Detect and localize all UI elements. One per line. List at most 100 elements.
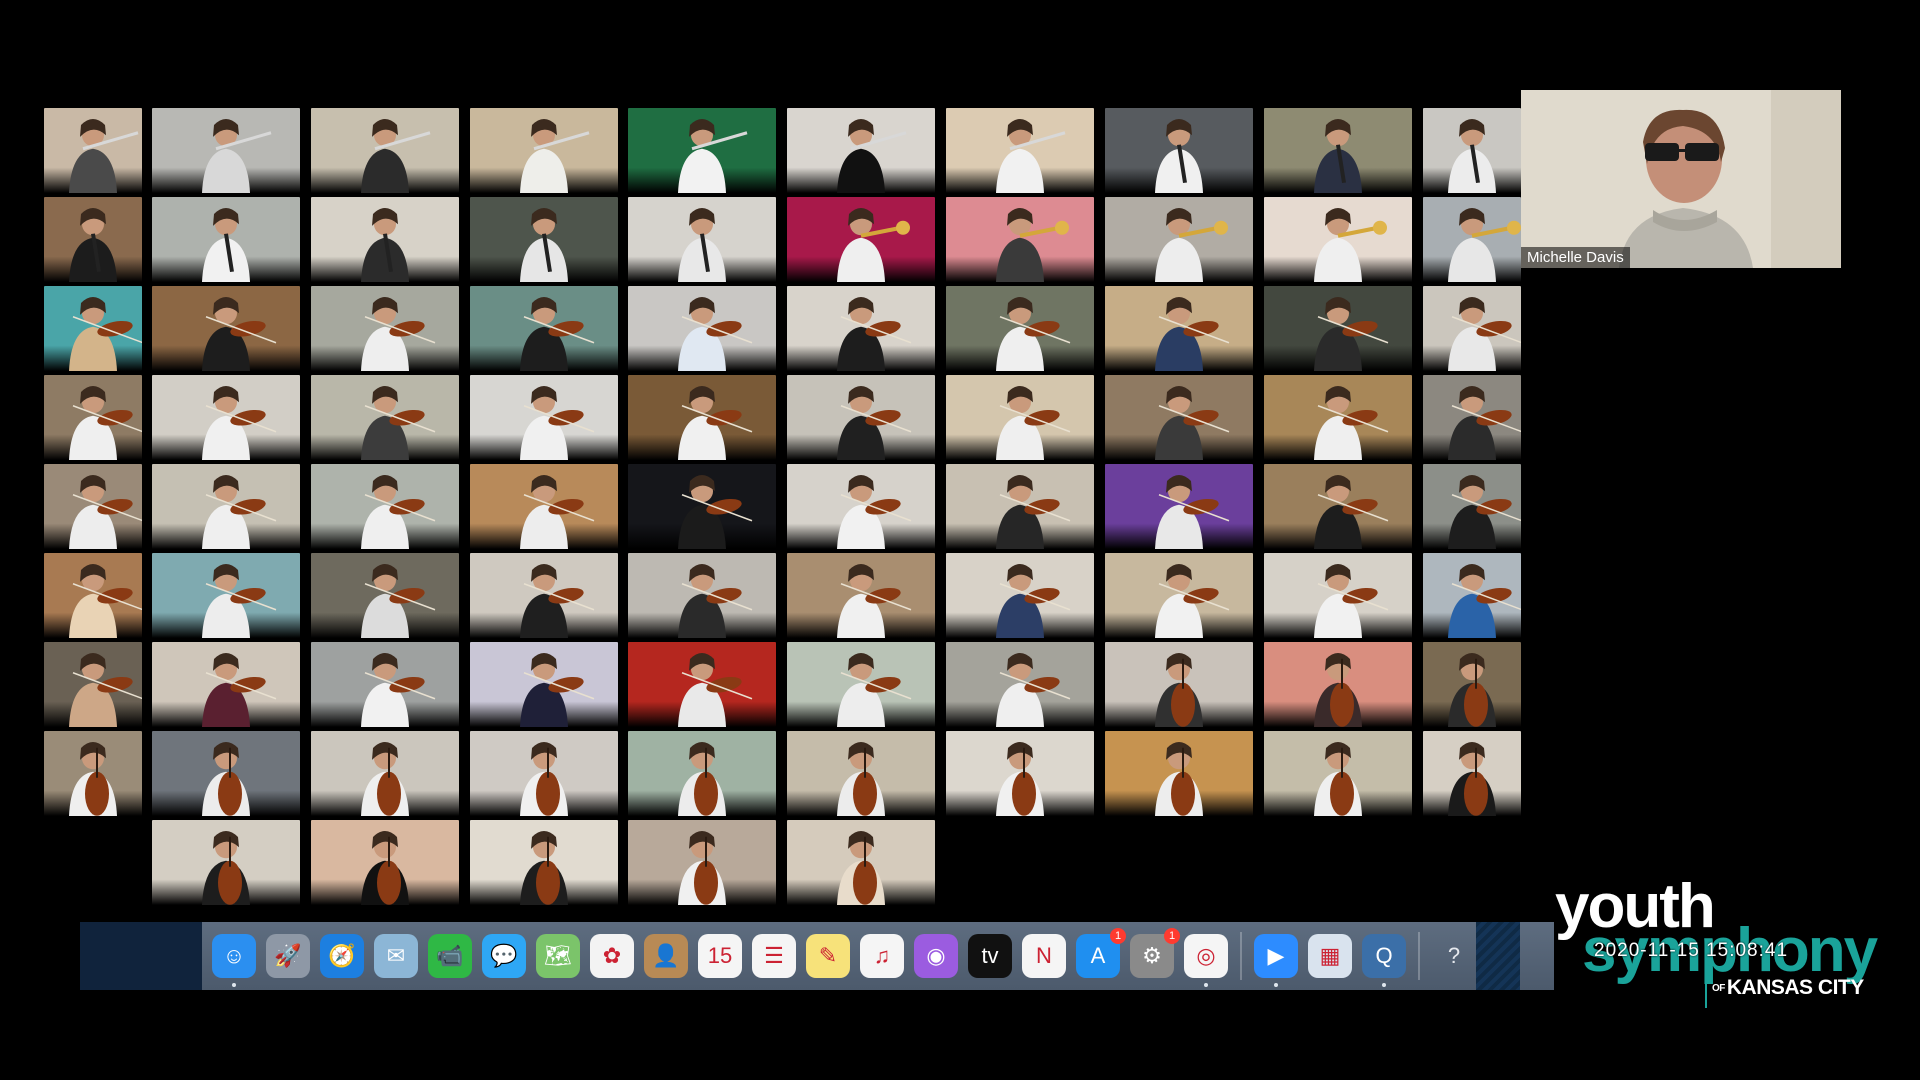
participant-video-tile[interactable] [152,642,300,727]
participant-video-tile[interactable] [787,642,935,727]
finder-icon[interactable]: ☺ [212,934,256,987]
participant-video-tile[interactable] [946,108,1094,193]
participant-video-tile[interactable] [946,553,1094,638]
news-icon[interactable]: N [1022,934,1066,978]
participant-video-tile[interactable] [44,197,142,282]
calendar-icon[interactable]: 15 [698,934,742,978]
participant-video-tile[interactable] [628,197,776,282]
participant-video-tile[interactable] [152,553,300,638]
participant-video-tile[interactable] [1105,464,1253,549]
safari-icon[interactable]: 🧭 [320,934,364,978]
participant-video-tile[interactable] [311,464,459,549]
participant-video-tile[interactable] [1423,197,1521,282]
participant-video-tile[interactable] [1264,197,1412,282]
participant-video-tile[interactable] [1105,553,1253,638]
participant-video-tile[interactable] [628,286,776,371]
participant-video-tile[interactable] [44,108,142,193]
participant-video-tile[interactable] [946,286,1094,371]
participant-video-tile[interactable] [1105,197,1253,282]
participant-video-tile[interactable] [1105,375,1253,460]
participant-video-tile[interactable] [1264,464,1412,549]
participant-video-tile[interactable] [311,820,459,905]
participant-video-tile[interactable] [946,642,1094,727]
participant-video-tile[interactable] [311,286,459,371]
participant-video-tile[interactable] [1105,286,1253,371]
participant-video-tile[interactable] [787,553,935,638]
participant-video-tile[interactable] [1105,108,1253,193]
participant-video-tile[interactable] [470,464,618,549]
system-preferences-icon[interactable]: ⚙ 1 [1130,928,1180,978]
participant-video-tile[interactable] [470,375,618,460]
participant-video-tile[interactable] [152,197,300,282]
participant-video-tile[interactable] [152,464,300,549]
participant-video-tile[interactable] [1264,731,1412,816]
participant-video-tile[interactable] [152,731,300,816]
participant-video-tile[interactable] [1264,286,1412,371]
participant-video-tile[interactable] [1423,731,1521,816]
participant-video-tile[interactable] [628,642,776,727]
participant-video-tile[interactable] [44,464,142,549]
participant-video-tile[interactable] [946,375,1094,460]
participant-video-tile[interactable] [628,820,776,905]
zoom-icon[interactable]: ▶ [1254,934,1298,987]
participant-video-tile[interactable] [152,375,300,460]
active-speaker-video[interactable]: Michelle Davis [1521,90,1841,268]
participant-video-tile[interactable] [787,375,935,460]
participant-video-tile[interactable] [1423,464,1521,549]
maps-icon[interactable]: 🗺 [536,934,580,978]
participant-video-tile[interactable] [787,464,935,549]
participant-video-tile[interactable] [787,731,935,816]
participant-video-tile[interactable] [311,642,459,727]
participant-video-tile[interactable] [787,286,935,371]
participant-video-tile[interactable] [946,197,1094,282]
messages-icon[interactable]: 💬 [482,934,526,978]
participant-video-tile[interactable] [44,286,142,371]
participant-video-tile[interactable] [470,820,618,905]
podcasts-icon[interactable]: ◉ [914,934,958,978]
participant-video-tile[interactable] [787,108,935,193]
participant-video-tile[interactable] [470,286,618,371]
participant-video-tile[interactable] [152,286,300,371]
participant-video-tile[interactable] [1264,375,1412,460]
participant-video-tile[interactable] [470,642,618,727]
participant-video-tile[interactable] [1423,642,1521,727]
mail-icon[interactable]: ✉ [374,934,418,978]
participant-video-tile[interactable] [152,820,300,905]
participant-video-tile[interactable] [946,731,1094,816]
participant-video-tile[interactable] [470,197,618,282]
notes-icon[interactable]: ✎ [806,934,850,978]
music-icon[interactable]: ♫ [860,934,904,978]
participant-video-tile[interactable] [1423,286,1521,371]
participant-video-tile[interactable] [470,553,618,638]
facetime-icon[interactable]: 📹 [428,934,472,978]
keynote-icon[interactable]: ▦ [1308,934,1352,978]
participant-video-tile[interactable] [44,375,142,460]
participant-video-tile[interactable] [628,464,776,549]
help-icon[interactable]: ? [1432,934,1476,978]
apple-tv-icon[interactable]: tv [968,934,1012,978]
chrome-icon[interactable]: ◎ [1184,934,1228,987]
participant-video-tile[interactable] [1105,642,1253,727]
app-store-icon[interactable]: A1 [1076,928,1126,978]
participant-video-tile[interactable] [628,553,776,638]
participant-video-tile[interactable] [1105,731,1253,816]
participant-video-tile[interactable] [470,108,618,193]
photos-icon[interactable]: ✿ [590,934,634,978]
participant-video-tile[interactable] [311,731,459,816]
participant-video-tile[interactable] [628,375,776,460]
participant-video-tile[interactable] [311,375,459,460]
participant-video-tile[interactable] [44,642,142,727]
participant-video-tile[interactable] [1423,375,1521,460]
participant-video-tile[interactable] [787,820,935,905]
participant-video-tile[interactable] [1264,642,1412,727]
participant-video-tile[interactable] [946,464,1094,549]
reminders-icon[interactable]: ☰ [752,934,796,978]
participant-video-tile[interactable] [470,731,618,816]
participant-video-tile[interactable] [1264,553,1412,638]
quicktime-icon[interactable]: Q [1362,934,1406,987]
participant-video-tile[interactable] [311,108,459,193]
participant-video-tile[interactable] [44,731,142,816]
participant-video-tile[interactable] [628,108,776,193]
participant-video-tile[interactable] [311,197,459,282]
launchpad-icon[interactable]: 🚀 [266,934,310,978]
